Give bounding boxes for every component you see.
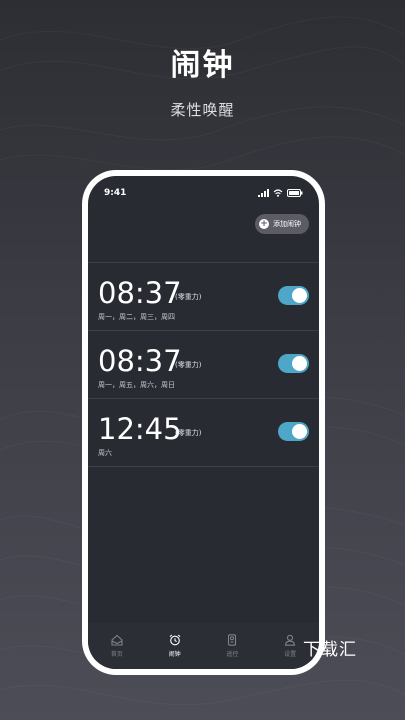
divider: [88, 466, 319, 467]
alarm-days: 周一，周五，周六，周日: [98, 381, 175, 389]
status-time: 9:41: [104, 188, 127, 198]
alarm-item[interactable]: 08:37 (零重力) 周一，周二，周三，周四: [88, 263, 319, 330]
alarm-time: 08:37: [98, 276, 182, 310]
alarm-toggle[interactable]: [278, 354, 309, 373]
alarm-days: 周六: [98, 449, 112, 457]
watermark: 下载汇: [303, 640, 357, 660]
alarm-clock-icon: [169, 634, 180, 646]
status-bar: 9:41: [104, 188, 303, 200]
alarm-item[interactable]: 08:37 (零重力) 周一，周五，周六，周日: [88, 331, 319, 398]
tab-home[interactable]: 首页: [94, 634, 139, 658]
toggle-knob: [292, 288, 307, 303]
alarm-mode: (零重力): [175, 429, 202, 437]
toggle-knob: [292, 356, 307, 371]
alarm-mode: (零重力): [175, 361, 202, 369]
tab-label: 遥控: [226, 651, 239, 658]
tab-remote[interactable]: 遥控: [210, 634, 255, 658]
profile-icon: [285, 634, 296, 646]
battery-icon: [287, 189, 303, 197]
alarm-item[interactable]: 12:45 (零重力) 周六: [88, 399, 319, 466]
hero-subtitle: 柔性唤醒: [170, 101, 235, 119]
phone-screen: 9:41 + 添加闹钟 08:37 (零重力) 周一，周二，周三，周四 08:3…: [88, 176, 319, 669]
phone-mockup: 9:41 + 添加闹钟 08:37 (零重力) 周一，周二，周三，周四 08:3…: [82, 170, 325, 675]
alarm-days: 周一，周二，周三，周四: [98, 313, 175, 321]
alarm-toggle[interactable]: [278, 286, 309, 305]
alarm-time: 12:45: [98, 412, 182, 446]
toggle-knob: [292, 424, 307, 439]
tab-label: 首页: [110, 651, 123, 658]
plus-icon: +: [259, 219, 269, 229]
hero-title: 闹钟: [170, 48, 235, 83]
signal-icon: [258, 189, 269, 197]
wifi-icon: [273, 189, 283, 197]
remote-icon: [228, 634, 237, 646]
tab-alarm[interactable]: 闹钟: [152, 634, 197, 658]
alarm-toggle[interactable]: [278, 422, 309, 441]
tab-label: 闹钟: [168, 651, 181, 658]
add-alarm-label: 添加闹钟: [273, 220, 301, 228]
tab-label: 设置: [284, 651, 297, 658]
status-icons: [258, 189, 303, 197]
home-icon: [111, 634, 123, 646]
alarm-mode: (零重力): [175, 293, 202, 301]
add-alarm-button[interactable]: + 添加闹钟: [255, 214, 309, 234]
alarm-time: 08:37: [98, 344, 182, 378]
bottom-tab-bar: 首页 闹钟 遥控 设置: [88, 623, 319, 669]
